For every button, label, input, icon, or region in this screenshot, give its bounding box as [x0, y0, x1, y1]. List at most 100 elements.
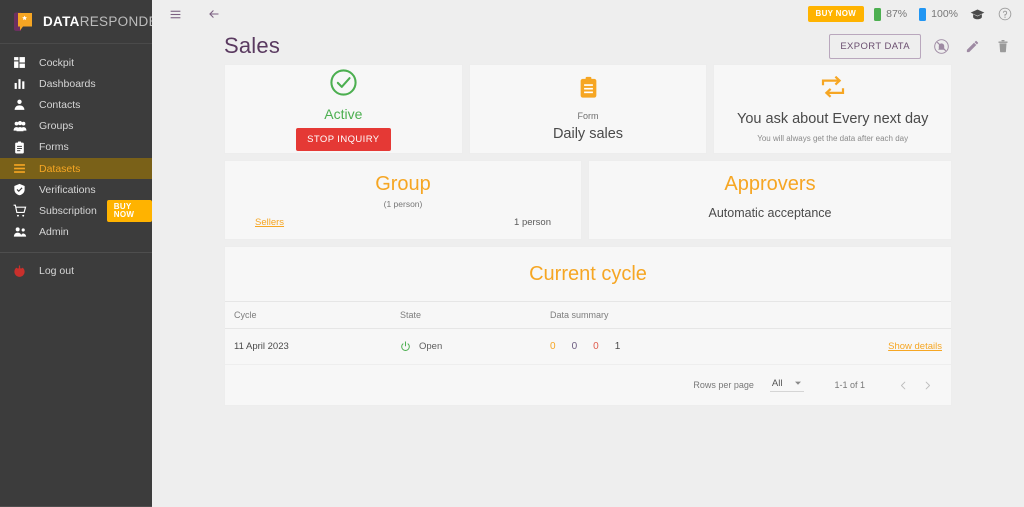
people-admin-icon — [12, 225, 27, 240]
page-title: Sales — [224, 33, 281, 58]
battery-blue-icon — [919, 7, 927, 21]
sidebar-item-label: Admin — [39, 226, 69, 239]
list-lines-icon — [12, 161, 27, 176]
group-link-sellers[interactable]: Sellers — [255, 217, 284, 228]
people-group-icon — [12, 119, 27, 134]
frequency-subtitle: You will always get the data after each … — [757, 133, 909, 143]
sidebar-nav: Cockpit Dashboards Contacts Groups Forms… — [0, 44, 152, 282]
group-card-title: Group — [375, 173, 431, 195]
power-on-icon — [400, 341, 411, 352]
summary-value-pending: 0 — [550, 341, 556, 352]
clipboard-form-icon — [577, 76, 600, 104]
repeat-loop-icon — [820, 75, 846, 103]
graduation-cap-icon[interactable] — [970, 7, 985, 22]
battery-green-value: 87% — [886, 8, 908, 20]
shopping-cart-icon — [12, 203, 27, 218]
sidebar-item-label: Log out — [39, 265, 75, 278]
top-bar: BUY NOW 87% 100% — [152, 0, 1024, 28]
sidebar-item-label: Forms — [39, 141, 69, 154]
current-cycle-panel: Current cycle Cycle State Data summary 1… — [224, 246, 952, 406]
sidebar-item-label: Verifications — [39, 183, 96, 196]
table-row[interactable]: 11 April 2023 Open 0 0 0 1 Show details — [225, 328, 951, 365]
help-circle-icon[interactable] — [998, 7, 1012, 21]
form-card-label: Form — [577, 111, 599, 121]
cycles-table: Cycle State Data summary 11 April 2023 O… — [225, 301, 951, 365]
sidebar-item-label: Datasets — [39, 162, 81, 175]
group-approvers-row: Group (1 person) Sellers 1 person Approv… — [224, 160, 952, 240]
chevron-left-icon[interactable] — [891, 373, 915, 397]
group-card-subtitle: (1 person) — [383, 199, 423, 209]
sidebar-item-admin[interactable]: Admin — [0, 222, 152, 243]
summary-value-rejected: 0 — [593, 341, 599, 352]
shield-check-icon — [12, 182, 27, 197]
data-summary-values: 0 0 0 1 — [550, 341, 880, 352]
power-off-icon — [12, 264, 27, 279]
cycles-table-body: 11 April 2023 Open 0 0 0 1 Show details — [225, 328, 951, 365]
sidebar-item-cockpit[interactable]: Cockpit — [0, 52, 152, 73]
dashboard-grid-icon — [12, 55, 27, 70]
sidebar-buy-now-badge[interactable]: BUY NOW — [106, 199, 152, 222]
head-speech-bubble-star-logo-icon — [11, 10, 35, 34]
table-header-row: Cycle State Data summary — [225, 301, 951, 329]
page-actions: EXPORT DATA — [829, 33, 1014, 59]
sidebar-item-contacts[interactable]: Contacts — [0, 94, 152, 115]
sidebar-divider — [0, 251, 152, 253]
summary-value-submitted: 0 — [571, 341, 578, 352]
summary-value-total: 1 — [614, 341, 621, 352]
sidebar-item-label: Groups — [39, 120, 74, 133]
app-root: DATARESPONDER Cockpit Dashboards Contact… — [0, 0, 1024, 507]
status-label: Active — [324, 105, 363, 122]
edit-pencil-icon[interactable] — [961, 35, 983, 57]
state-wrapper: Open — [400, 341, 550, 352]
cell-cycle-date: 11 April 2023 — [225, 328, 400, 365]
rows-per-page-select[interactable]: All — [769, 378, 805, 392]
column-header-data-summary: Data summary — [550, 301, 880, 329]
column-header-actions — [880, 301, 951, 329]
sidebar-item-label: Contacts — [39, 98, 81, 111]
check-circle-icon — [329, 68, 358, 102]
brand-name: DATARESPONDER — [43, 14, 168, 29]
sidebar-item-forms[interactable]: Forms — [0, 137, 152, 158]
state-text: Open — [419, 341, 443, 352]
page-content: Active STOP INQUIRY Form Daily sales You… — [152, 64, 1024, 406]
show-details-link[interactable]: Show details — [888, 341, 942, 352]
notifications-off-icon[interactable] — [930, 35, 952, 57]
delete-trash-icon[interactable] — [992, 35, 1014, 57]
sidebar-item-dashboards[interactable]: Dashboards — [0, 73, 152, 94]
sidebar-item-subscription[interactable]: Subscription BUY NOW — [0, 199, 152, 222]
group-card-footer: Sellers 1 person — [225, 217, 581, 228]
group-card: Group (1 person) Sellers 1 person — [224, 160, 582, 240]
current-cycle-title: Current cycle — [529, 263, 647, 285]
frequency-card: You ask about Every next day You will al… — [713, 64, 953, 154]
chevron-down-icon — [794, 379, 802, 389]
page-header: Sales EXPORT DATA — [152, 28, 1024, 64]
sidebar: DATARESPONDER Cockpit Dashboards Contact… — [0, 0, 168, 507]
sidebar-item-datasets[interactable]: Datasets — [0, 157, 152, 180]
sidebar-item-label: Subscription — [39, 204, 97, 217]
cycles-table-head: Cycle State Data summary — [225, 301, 951, 329]
sidebar-item-groups[interactable]: Groups — [0, 116, 152, 137]
sidebar-item-logout[interactable]: Log out — [0, 261, 152, 282]
cell-actions: Show details — [880, 328, 951, 365]
approvers-card: Approvers Automatic acceptance — [588, 160, 952, 240]
frequency-title: You ask about Every next day — [737, 110, 929, 127]
bar-chart-icon — [12, 76, 27, 91]
battery-blue-value: 100% — [931, 8, 958, 20]
battery-blue-meter: 100% — [919, 7, 958, 21]
buy-now-button[interactable]: BUY NOW — [807, 6, 865, 22]
column-header-cycle: Cycle — [225, 301, 400, 329]
sidebar-item-verifications[interactable]: Verifications — [0, 179, 152, 200]
battery-green-icon — [874, 7, 882, 21]
table-pagination: Rows per page All 1-1 of 1 — [225, 365, 951, 405]
sidebar-item-label: Cockpit — [39, 56, 75, 69]
brand-name-bold: DATA — [43, 14, 80, 29]
hamburger-menu-icon[interactable] — [164, 3, 186, 25]
pagination-range: 1-1 of 1 — [834, 380, 865, 390]
approvers-card-title: Approvers — [724, 173, 816, 195]
chevron-right-icon[interactable] — [915, 373, 939, 397]
stop-inquiry-button[interactable]: STOP INQUIRY — [296, 127, 391, 151]
arrow-left-icon[interactable] — [203, 3, 225, 25]
summary-cards-row: Active STOP INQUIRY Form Daily sales You… — [224, 64, 953, 154]
brand-logo[interactable]: DATARESPONDER — [0, 0, 168, 44]
export-data-button[interactable]: EXPORT DATA — [829, 33, 921, 59]
